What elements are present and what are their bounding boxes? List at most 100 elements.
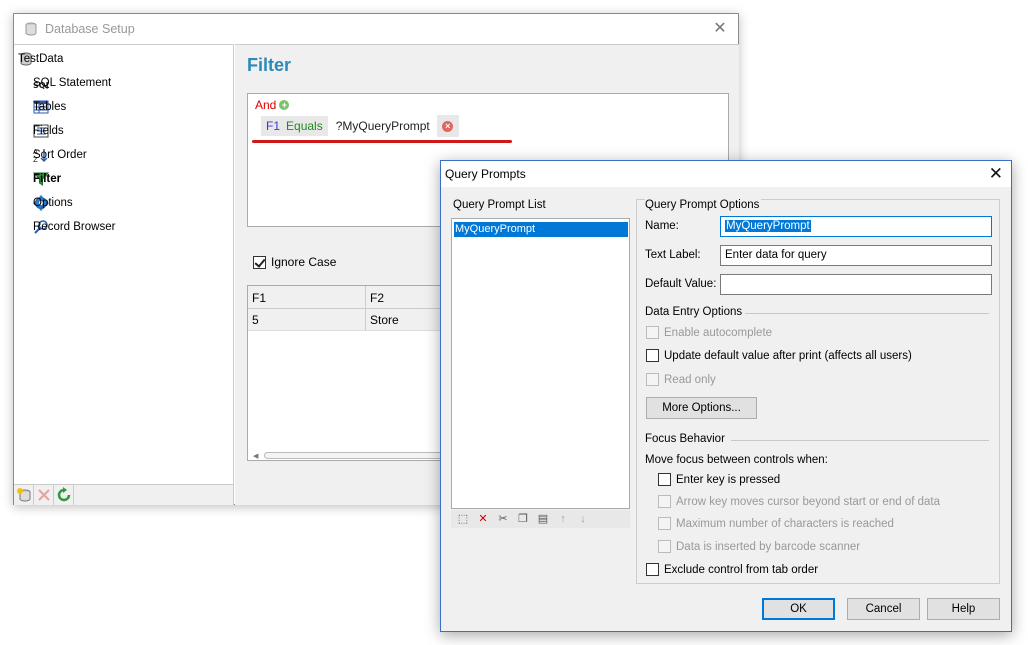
options-group-title: Query Prompt Options — [645, 199, 762, 211]
exclude-tab-label: Exclude control from tab order — [664, 563, 819, 576]
tree-item-sql-statement[interactable]: SQL SQL Statement — [33, 73, 111, 93]
text-label-input[interactable]: Enter data for query — [720, 245, 992, 266]
page-title: Filter — [247, 55, 292, 75]
tree-item-sort-order[interactable]: A Z Sort Order — [33, 145, 87, 165]
delete-database-button[interactable] — [34, 485, 54, 505]
tree-item-testdata[interactable]: TestData — [18, 49, 63, 69]
exclude-tab-checkbox[interactable] — [646, 563, 659, 576]
scroll-left-icon[interactable]: ◀ — [253, 452, 258, 460]
query-prompt-list-label: Query Prompt List — [453, 199, 546, 211]
ignore-case-label: Ignore Case — [271, 255, 337, 269]
focus-behavior-heading: Focus Behavior — [645, 433, 725, 445]
move-down-icon[interactable]: ↓ — [573, 511, 593, 527]
highlight-underline — [252, 140, 512, 143]
dialog-title-bar: Query Prompts ✕ — [441, 161, 1011, 187]
add-condition-icon[interactable]: + — [279, 100, 290, 110]
close-icon[interactable]: ✕ — [989, 164, 1003, 184]
tree-toolbar — [14, 484, 234, 505]
tree-item-label: Filter — [33, 173, 62, 185]
barcode-row: Data is inserted by barcode scanner — [658, 540, 860, 553]
condition-comparison[interactable]: Equals — [283, 116, 328, 136]
horizontal-scrollbar[interactable]: ◀ — [248, 450, 446, 460]
dialog-title: Query Prompts — [445, 167, 526, 181]
default-value-input[interactable] — [720, 274, 992, 295]
window-title: Database Setup — [45, 22, 135, 36]
arrow-key-row: Arrow key moves cursor beyond start or e… — [658, 495, 940, 508]
max-chars-label: Maximum number of characters is reached — [676, 517, 894, 530]
condition-value[interactable]: ?MyQueryPrompt — [330, 116, 436, 136]
name-input[interactable]: MyQueryPrompt — [720, 216, 992, 237]
title-bar: Database Setup ✕ — [14, 14, 738, 44]
tree-item-record-browser[interactable]: Record Browser — [33, 217, 115, 237]
preview-grid: F1 F2 5 Store ◀ — [247, 285, 447, 461]
arrow-key-checkbox — [658, 495, 671, 508]
tree-item-label: Tables — [33, 101, 67, 113]
ok-button[interactable]: OK — [762, 598, 835, 620]
add-database-button[interactable] — [14, 485, 34, 505]
barcode-checkbox — [658, 540, 671, 553]
update-default-row[interactable]: Update default value after print (affect… — [646, 349, 912, 362]
read-only-row: Read only — [646, 373, 716, 386]
copy-icon[interactable]: ❐ — [513, 511, 533, 527]
query-prompt-options-group: Query Prompt Options Name: MyQueryPrompt… — [636, 199, 1000, 584]
delete-icon — [37, 489, 50, 501]
update-default-label: Update default value after print (affect… — [664, 349, 912, 362]
table-cell: Store — [366, 309, 446, 330]
tree-item-label: Fields — [33, 125, 64, 137]
column-header[interactable]: F2 — [366, 286, 446, 308]
tree-item-label: Options — [33, 197, 73, 209]
read-only-label: Read only — [664, 373, 716, 386]
table-cell: 5 — [248, 309, 366, 330]
tree-item-filter[interactable]: Filter — [33, 169, 61, 189]
name-value: MyQueryPrompt — [725, 220, 811, 232]
max-chars-row: Maximum number of characters is reached — [658, 517, 894, 530]
max-chars-checkbox — [658, 517, 671, 530]
new-prompt-icon[interactable]: ⬚ — [453, 511, 473, 527]
move-focus-label: Move focus between controls when: — [645, 454, 828, 466]
more-options-button[interactable]: More Options... — [646, 397, 757, 419]
name-label: Name: — [645, 220, 679, 232]
grid-header: F1 F2 — [248, 286, 446, 309]
default-value-label: Default Value: — [645, 278, 717, 290]
exclude-tab-row[interactable]: Exclude control from tab order — [646, 563, 818, 576]
remove-condition-button[interactable]: × — [436, 115, 459, 137]
tree-item-fields[interactable]: Fields — [33, 121, 64, 141]
database-icon — [25, 22, 37, 36]
filter-condition[interactable]: F1 Equals ?MyQueryPrompt × — [261, 115, 459, 137]
tree-item-label: SQL Statement — [33, 77, 112, 89]
tree-item-label: Record Browser — [33, 221, 116, 233]
cancel-button[interactable]: Cancel — [847, 598, 920, 620]
tree-item-label: TestData — [18, 53, 64, 65]
list-item[interactable]: MyQueryPrompt — [454, 222, 628, 237]
tree-item-options[interactable]: Options — [33, 193, 73, 213]
query-prompt-list[interactable]: MyQueryPrompt — [451, 218, 630, 509]
read-only-checkbox — [646, 373, 659, 386]
enter-key-row[interactable]: Enter key is pressed — [658, 473, 780, 486]
enter-key-checkbox[interactable] — [658, 473, 671, 486]
focus-behavior-title: Focus Behavior — [645, 433, 725, 445]
close-icon[interactable]: ✕ — [711, 20, 729, 38]
navigation-tree: TestData SQL SQL Statement Tables Fields… — [14, 44, 234, 484]
cut-icon[interactable]: ✂ — [493, 511, 513, 527]
filter-group-operator[interactable]: And + — [255, 98, 290, 112]
barcode-label: Data is inserted by barcode scanner — [676, 540, 861, 553]
update-default-checkbox[interactable] — [646, 349, 659, 362]
list-toolbar: ⬚ ✕ ✂ ❐ ▤ ↑ ↓ — [451, 510, 630, 528]
move-up-icon[interactable]: ↑ — [553, 511, 573, 527]
operator-label[interactable]: And — [255, 98, 276, 112]
enable-autocomplete-checkbox — [646, 326, 659, 339]
add-database-icon — [16, 488, 30, 502]
condition-field[interactable]: F1 — [261, 116, 284, 136]
ignore-case-checkbox[interactable] — [253, 255, 266, 269]
table-row[interactable]: 5 Store — [248, 309, 446, 331]
scroll-thumb[interactable] — [264, 452, 445, 459]
tree-item-tables[interactable]: Tables — [33, 97, 66, 117]
help-button[interactable]: Help — [927, 598, 1000, 620]
ignore-case-row[interactable]: Ignore Case — [253, 255, 336, 269]
enable-autocomplete-row: Enable autocomplete — [646, 326, 772, 339]
refresh-button[interactable] — [54, 485, 74, 505]
delete-icon[interactable]: ✕ — [473, 511, 493, 527]
divider — [745, 313, 989, 314]
paste-icon[interactable]: ▤ — [533, 511, 553, 527]
column-header[interactable]: F1 — [248, 286, 366, 308]
